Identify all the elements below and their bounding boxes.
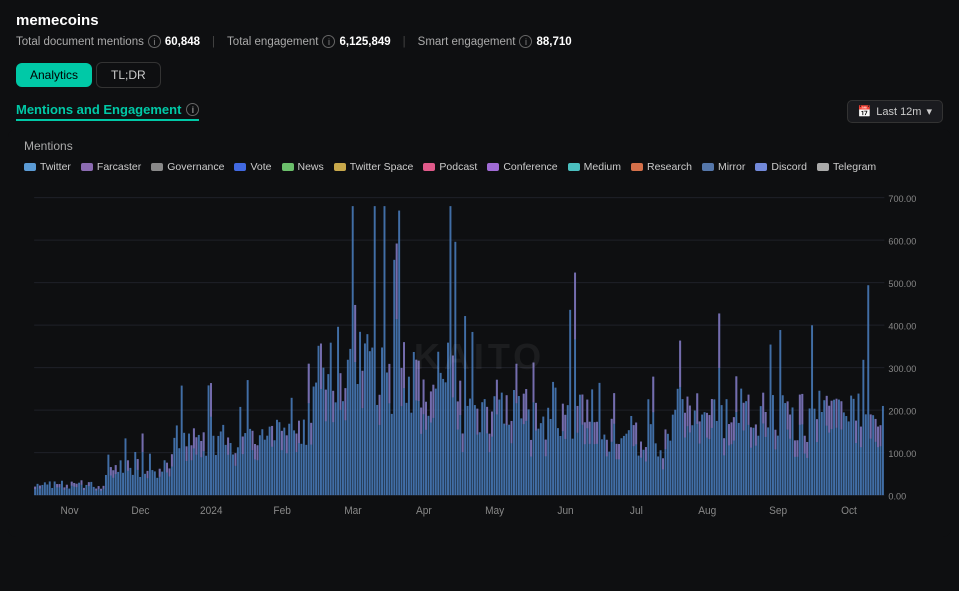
svg-text:Aug: Aug	[698, 506, 716, 517]
svg-text:200.00: 200.00	[888, 406, 916, 416]
total-mentions-label: Total document mentions	[16, 36, 144, 48]
svg-text:Nov: Nov	[61, 506, 80, 517]
legend-item-farcaster: Farcaster	[81, 161, 141, 173]
legend-item-vote: Vote	[234, 161, 271, 173]
tabs-row: Analytics TL;DR	[0, 54, 959, 88]
chevron-down-icon: ▾	[926, 105, 932, 118]
smart-engagement-label: Smart engagement	[418, 36, 516, 48]
svg-text:Mar: Mar	[344, 506, 362, 517]
total-mentions-info-icon: i	[148, 35, 161, 48]
legend-item-conference: Conference	[487, 161, 557, 173]
legend-item-mirror: Mirror	[702, 161, 745, 173]
app-title: memecoins	[16, 12, 943, 29]
legend-item-twitter: Twitter	[24, 161, 71, 173]
chart-container: Mentions Twitter Farcaster Governance Vote N…	[8, 129, 951, 537]
svg-text:May: May	[485, 506, 505, 517]
time-selector-label: Last 12m	[876, 106, 921, 118]
total-engagement-value: 6,125,849	[339, 36, 390, 48]
svg-text:0.00: 0.00	[888, 491, 906, 501]
chart-area: KAITO 0.00100.00200.00300.00400.00500.00…	[24, 187, 935, 527]
svg-text:400.00: 400.00	[888, 321, 916, 331]
section-header: Mentions and Engagement i 📅 Last 12m ▾	[0, 88, 959, 129]
calendar-icon: 📅	[858, 105, 872, 118]
smart-engagement-stat: Smart engagement i 88,710	[418, 35, 572, 48]
divider-2: |	[403, 36, 406, 48]
smart-engagement-info-icon: i	[519, 35, 532, 48]
legend-item-research: Research	[631, 161, 692, 173]
header: memecoins Total document mentions i 60,8…	[0, 0, 959, 54]
legend-item-twitter-space: Twitter Space	[334, 161, 414, 173]
total-mentions-value: 60,848	[165, 36, 200, 48]
svg-text:Oct: Oct	[841, 506, 857, 517]
svg-text:Dec: Dec	[131, 506, 149, 517]
total-engagement-label: Total engagement	[227, 36, 318, 48]
tab-analytics[interactable]: Analytics	[16, 63, 92, 87]
legend-item-medium: Medium	[568, 161, 621, 173]
chart-legend: Twitter Farcaster Governance Vote News Twitte…	[24, 161, 935, 173]
divider-1: |	[212, 36, 215, 48]
svg-text:Apr: Apr	[416, 506, 432, 517]
svg-text:2024: 2024	[200, 506, 223, 517]
tab-tldr[interactable]: TL;DR	[96, 62, 161, 88]
legend-item-telegram: Telegram	[817, 161, 876, 173]
svg-text:Feb: Feb	[273, 506, 291, 517]
svg-text:Jul: Jul	[630, 506, 643, 517]
svg-text:Jun: Jun	[557, 506, 574, 517]
svg-text:100.00: 100.00	[888, 449, 916, 459]
legend-item-discord: Discord	[755, 161, 807, 173]
total-mentions-stat: Total document mentions i 60,848	[16, 35, 200, 48]
stats-row: Total document mentions i 60,848 | Total…	[16, 35, 943, 48]
section-title-container: Mentions and Engagement i	[16, 102, 199, 121]
legend-item-podcast: Podcast	[423, 161, 477, 173]
legend-item-news: News	[282, 161, 324, 173]
svg-text:600.00: 600.00	[888, 236, 916, 246]
legend-item-governance: Governance	[151, 161, 224, 173]
total-engagement-stat: Total engagement i 6,125,849	[227, 35, 391, 48]
section-title-text: Mentions and Engagement	[16, 102, 181, 117]
svg-text:Sep: Sep	[769, 506, 787, 517]
section-info-icon: i	[186, 103, 199, 116]
svg-text:300.00: 300.00	[888, 364, 916, 374]
chart-label: Mentions	[24, 139, 935, 153]
total-engagement-info-icon: i	[322, 35, 335, 48]
smart-engagement-value: 88,710	[536, 36, 571, 48]
chart-svg: 0.00 100.00 200.00 300.00 400.00 500.00 600.00…	[24, 187, 935, 527]
time-selector[interactable]: 📅 Last 12m ▾	[847, 100, 943, 123]
svg-text:700.00: 700.00	[888, 194, 916, 204]
svg-text:500.00: 500.00	[888, 279, 916, 289]
